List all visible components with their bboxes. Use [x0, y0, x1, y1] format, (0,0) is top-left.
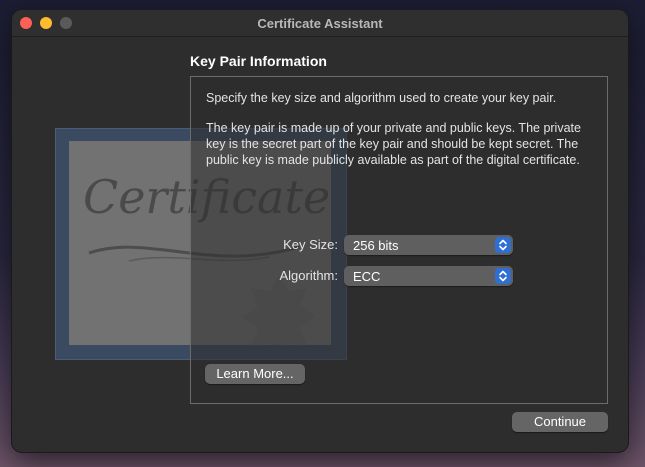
continue-button[interactable]: Continue — [512, 412, 608, 432]
key-size-value: 256 bits — [353, 238, 399, 253]
description-text: The key pair is made up of your private … — [206, 121, 581, 167]
algorithm-select[interactable]: ECC — [344, 266, 513, 286]
algorithm-value: ECC — [353, 269, 381, 284]
section-heading: Key Pair Information — [190, 53, 327, 69]
chevron-up-down-icon — [495, 237, 511, 253]
key-size-label: Key Size: — [283, 237, 338, 252]
title-bar: Certificate Assistant — [12, 10, 628, 37]
key-pair-panel: Specify the key size and algorithm used … — [190, 76, 608, 404]
learn-more-button[interactable]: Learn More... — [205, 364, 305, 384]
certificate-assistant-window: Certificate Assistant Certificate Key Pa… — [12, 10, 628, 452]
key-size-select[interactable]: 256 bits — [344, 235, 513, 255]
window-title: Certificate Assistant — [257, 16, 383, 31]
algorithm-label: Algorithm: — [279, 268, 338, 283]
intro-text: Specify the key size and algorithm used … — [206, 91, 557, 105]
chevron-up-down-icon — [495, 268, 511, 284]
